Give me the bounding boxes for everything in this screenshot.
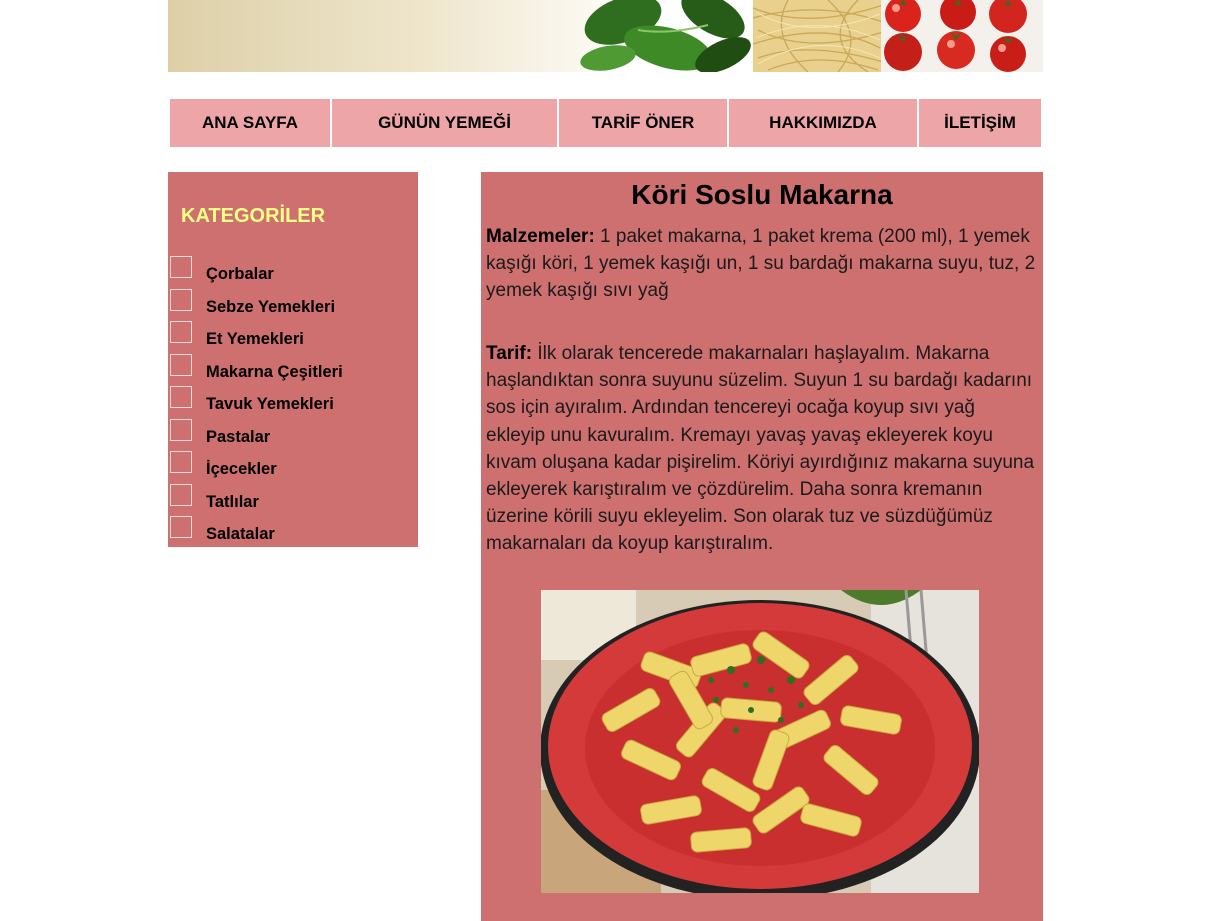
category-item-tatlilar: Tatlılar [168,483,418,517]
recipe-photo [541,590,979,893]
method-paragraph: Tarif: İlk olarak tencerede makarnaları … [486,340,1036,558]
ingredients-paragraph: Malzemeler: 1 paket makarna, 1 paket kre… [486,223,1036,305]
category-item-tavuk-yemekleri: Tavuk Yemekleri [168,386,418,419]
category-checkbox[interactable] [170,451,192,473]
category-item-et-yemekleri: Et Yemekleri [168,321,418,354]
category-checkbox[interactable] [170,386,192,408]
ingredients-label: Malzemeler: [486,226,595,247]
category-label[interactable]: İçecekler [206,460,277,479]
category-label[interactable]: Pastalar [206,428,270,447]
nav-item-about[interactable]: HAKKIMIZDA [729,99,917,147]
header-banner [168,0,1043,72]
category-checkbox[interactable] [170,516,192,538]
category-checkbox[interactable] [170,353,192,376]
category-item-sebze-yemekleri: Sebze Yemekleri [168,288,418,322]
sidebar-title: KATEGORİLER [181,205,326,227]
category-item-pastalar: Pastalar [168,418,418,452]
recipe-title: Köri Soslu Makarna [631,179,893,210]
method-text: İlk olarak tencerede makarnaları haşlaya… [486,343,1035,555]
nav-item-home[interactable]: ANA SAYFA [170,99,330,147]
category-checkbox[interactable] [170,288,192,311]
category-list: Çorbalar Sebze Yemekleri Et Yemekleri Ma… [168,256,418,549]
category-item-icecekler: İçecekler [168,451,418,484]
category-label[interactable]: Salatalar [206,525,275,544]
category-label[interactable]: Makarna Çeşitleri [206,363,343,382]
food-banner-image [580,0,1043,72]
category-label[interactable]: Sebze Yemekleri [206,298,335,317]
category-checkbox[interactable] [170,256,192,278]
category-item-corbalar: Çorbalar [168,256,418,289]
category-label[interactable]: Et Yemekleri [206,330,304,349]
nav-item-contact[interactable]: İLETİŞİM [919,99,1041,147]
category-checkbox[interactable] [170,483,192,506]
category-checkbox[interactable] [170,321,192,343]
category-label[interactable]: Çorbalar [206,265,274,284]
category-sidebar: KATEGORİLER Çorbalar Sebze Yemekleri Et … [168,172,418,547]
category-label[interactable]: Tatlılar [206,493,259,512]
main-nav: ANA SAYFA GÜNÜN YEMEĞİ TARİF ÖNER HAKKIM… [170,99,1041,147]
category-label[interactable]: Tavuk Yemekleri [206,395,334,414]
category-item-makarna-cesitleri: Makarna Çeşitleri [168,353,418,387]
pasta-plate-image [541,590,979,893]
recipe-panel: Köri Soslu Makarna Malzemeler: 1 paket m… [481,172,1043,921]
method-label: Tarif: [486,343,533,364]
nav-item-suggest-recipe[interactable]: TARİF ÖNER [559,99,727,147]
nav-item-dish-of-the-day[interactable]: GÜNÜN YEMEĞİ [332,99,557,147]
category-item-salatalar: Salatalar [168,516,418,549]
category-checkbox[interactable] [170,418,192,441]
